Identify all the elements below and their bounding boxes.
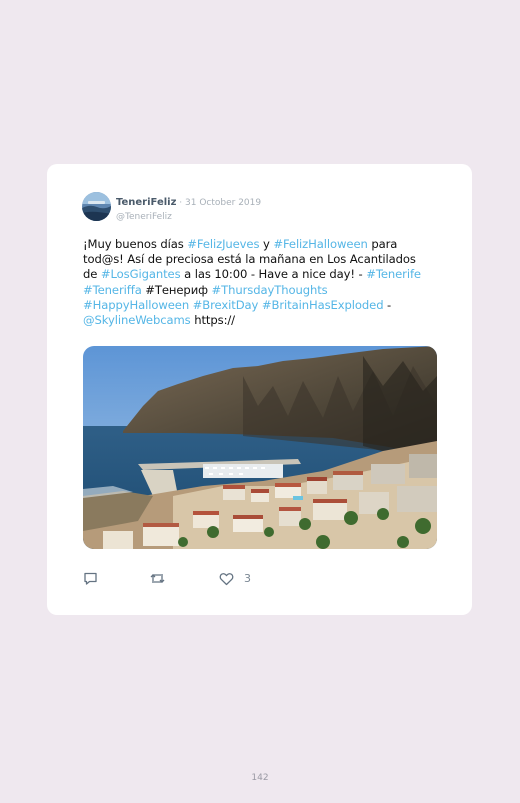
tweet-text-line: ¡Muy buenos días #FelizJueves y #FelizHa… [83,237,438,252]
hashtag-link[interactable]: #FelizJueves [187,237,259,251]
tweet-text-segment: de [83,267,101,282]
avatar-image [82,192,111,221]
tweet-text-line: #HappyHalloween #BrexitDay #BritainHasEx… [83,298,438,313]
tweet-date[interactable]: · 31 October 2019 [176,198,261,208]
like-count: 3 [244,572,251,585]
hashtag-link[interactable]: #BritainHasExploded [262,298,384,312]
hashtag-link[interactable]: #LosGigantes [101,267,181,281]
tweet-text-line: #Teneriffa #Тенериф #ThursdayThoughts [83,283,438,298]
heart-icon[interactable] [219,571,234,590]
tweet-header: TeneriFeliz · 31 October 2019 @TeneriFel… [116,193,261,224]
hashtag-link[interactable]: #HappyHalloween [83,298,189,312]
tweet-photo[interactable] [83,346,437,549]
tweet-text-segment: para [367,237,398,251]
hashtag-link[interactable]: #ThursdayThoughts [212,283,328,297]
hashtag-link[interactable]: #BrexitDay [193,298,259,312]
tweet-text-segment: tod@s! Así de preciosa está la mañana en… [83,252,416,267]
tweet-text-segment: https:// [190,313,235,328]
page-number: 142 [251,773,269,783]
tweet-text-line: de #LosGigantes a las 10:00 - Have a nic… [83,267,438,282]
tweet-card: TeneriFeliz · 31 October 2019 @TeneriFel… [47,164,472,615]
cliffs-harbour-photo [83,346,437,549]
hashtag-link[interactable]: @SkylineWebcams [83,313,191,327]
tweet-text-line: @SkylineWebcams https:// [83,313,438,328]
tweet-text-segment: ¡Muy buenos días [83,237,188,251]
tweet-text-segment: - [383,297,392,312]
tweet-text-segment: y [259,237,274,251]
user-handle[interactable]: @TeneriFeliz [116,210,261,224]
tweet-text-segment: a las 10:00 - Have a nice day! - [180,267,367,282]
tweet-text: ¡Muy buenos días #FelizJueves y #FelizHa… [83,237,438,328]
hashtag-link[interactable]: #Tenerife [366,267,421,281]
hashtag-link[interactable]: #FelizHalloween [273,237,367,251]
tweet-text-segment: #Тенериф [141,282,212,297]
tweet-text-line: tod@s! Así de preciosa está la mañana en… [83,252,438,267]
retweet-icon[interactable] [149,571,166,590]
hashtag-link[interactable]: #Teneriffa [83,283,142,297]
avatar[interactable] [82,192,111,221]
tweet-actions: 3 [83,571,283,587]
display-name[interactable]: TeneriFeliz [116,197,176,208]
reply-icon[interactable] [83,571,98,590]
